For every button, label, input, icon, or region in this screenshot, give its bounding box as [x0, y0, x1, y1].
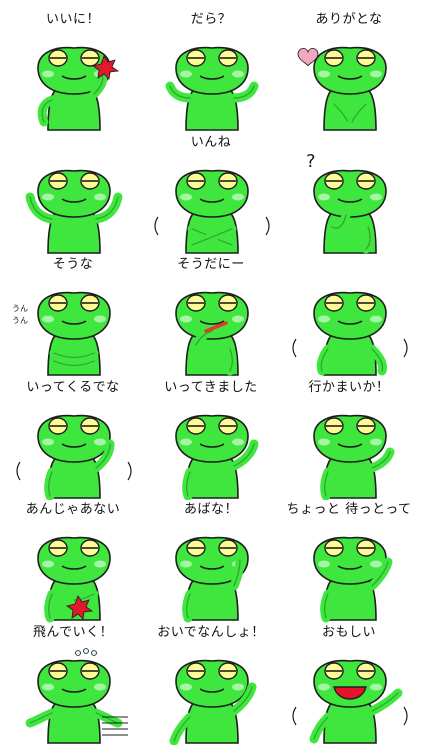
sticker-caption: だら？: [190, 12, 232, 27]
sticker-caption: そうだにー: [177, 257, 245, 272]
frog-illustration: [175, 291, 249, 376]
frog-character: [18, 647, 130, 744]
sticker-caption: ありがとな: [315, 12, 383, 27]
frog-character: [156, 402, 268, 500]
sticker-caption: いってきました: [164, 379, 258, 395]
frog-character: [294, 524, 406, 623]
frog-character: [156, 647, 268, 745]
sticker-cell[interactable]: 行かまいか！: [280, 378, 418, 500]
sticker-grid: いいに！ だら？ ありがとないんね? そうな うん うん そうだにーいってくるでな いってきま…: [4, 10, 418, 745]
frog-illustration: [25, 647, 128, 744]
sticker-cell[interactable]: いってきました: [142, 378, 280, 500]
sticker-caption: おもしい: [321, 624, 376, 640]
sticker-cell[interactable]: おもしい: [280, 623, 418, 746]
frog-illustration: [313, 414, 395, 500]
frog-illustration: [175, 414, 259, 500]
frog-character: [292, 279, 408, 376]
sticker-cell[interactable]: ?: [280, 133, 418, 256]
sticker-cell[interactable]: だら？: [142, 10, 280, 133]
frog-illustration: [297, 46, 387, 131]
frog-character: [292, 647, 408, 744]
frog-character: [156, 279, 268, 376]
question-mark-icon: ?: [306, 151, 316, 172]
sticker-cell[interactable]: いってくるでな: [4, 378, 142, 500]
frog-character: [154, 157, 270, 254]
frog-illustration: [154, 169, 270, 254]
sticker-cell[interactable]: あばな！: [142, 500, 280, 623]
frog-illustration: [169, 659, 257, 745]
frog-illustration: [292, 291, 408, 376]
frog-illustration: [25, 169, 123, 254]
sticker-caption: いいに！: [45, 12, 100, 27]
sticker-cell[interactable]: 飛んでいく！: [4, 623, 142, 746]
frog-illustration: [37, 536, 111, 623]
frog-character: [18, 524, 130, 623]
sticker-caption: そうな: [52, 257, 94, 272]
sweat-drops-icon: [75, 647, 97, 656]
sticker-cell[interactable]: そうな うん うん: [4, 255, 142, 378]
frog-character: [18, 279, 130, 376]
sticker-cell[interactable]: そうだにー: [142, 255, 280, 378]
sticker-caption: ちょっと 待っとって: [286, 502, 412, 517]
sticker-cell[interactable]: [4, 133, 142, 256]
frog-character: [18, 34, 130, 131]
sticker-cell[interactable]: おいでなんしょ！: [142, 623, 280, 745]
frog-character: ?: [294, 151, 406, 254]
frog-illustration: [313, 536, 393, 623]
frog-character: [16, 402, 132, 500]
sticker-cell[interactable]: あんじゃあない: [4, 500, 142, 623]
sticker-caption: おいでなんしょ！: [157, 624, 265, 640]
sticker-cell[interactable]: いんね: [142, 133, 280, 256]
sticker-cell[interactable]: ちょっと 待っとって: [280, 500, 418, 623]
sticker-caption: いんね: [190, 134, 232, 150]
frog-character: [156, 34, 268, 131]
frog-character: [18, 157, 130, 254]
frog-illustration: [165, 46, 259, 131]
sticker-caption: あんじゃあない: [25, 502, 121, 517]
frog-character: [156, 524, 268, 623]
sticker-sheet: いいに！ だら？ ありがとないんね? そうな うん うん そうだにーいってくるでな いってきま…: [0, 0, 422, 750]
sticker-caption: いってくるでな: [26, 379, 120, 395]
frog-illustration: [16, 414, 132, 500]
frog-illustration: [175, 536, 249, 623]
sticker-caption: あばな！: [183, 502, 238, 517]
sticker-cell[interactable]: いいに！: [4, 10, 142, 133]
frog-illustration: ?: [306, 151, 387, 254]
frog-character: [294, 34, 406, 131]
sticker-caption: 飛んでいく！: [32, 624, 114, 640]
frog-illustration: [292, 659, 408, 744]
sticker-cell[interactable]: [280, 255, 418, 378]
frog-character: [294, 402, 406, 500]
sticker-caption: 行かまいか！: [308, 379, 390, 395]
frog-illustration: [37, 291, 111, 376]
frog-illustration: [37, 46, 120, 131]
sticker-cell[interactable]: ありがとな: [280, 10, 418, 133]
